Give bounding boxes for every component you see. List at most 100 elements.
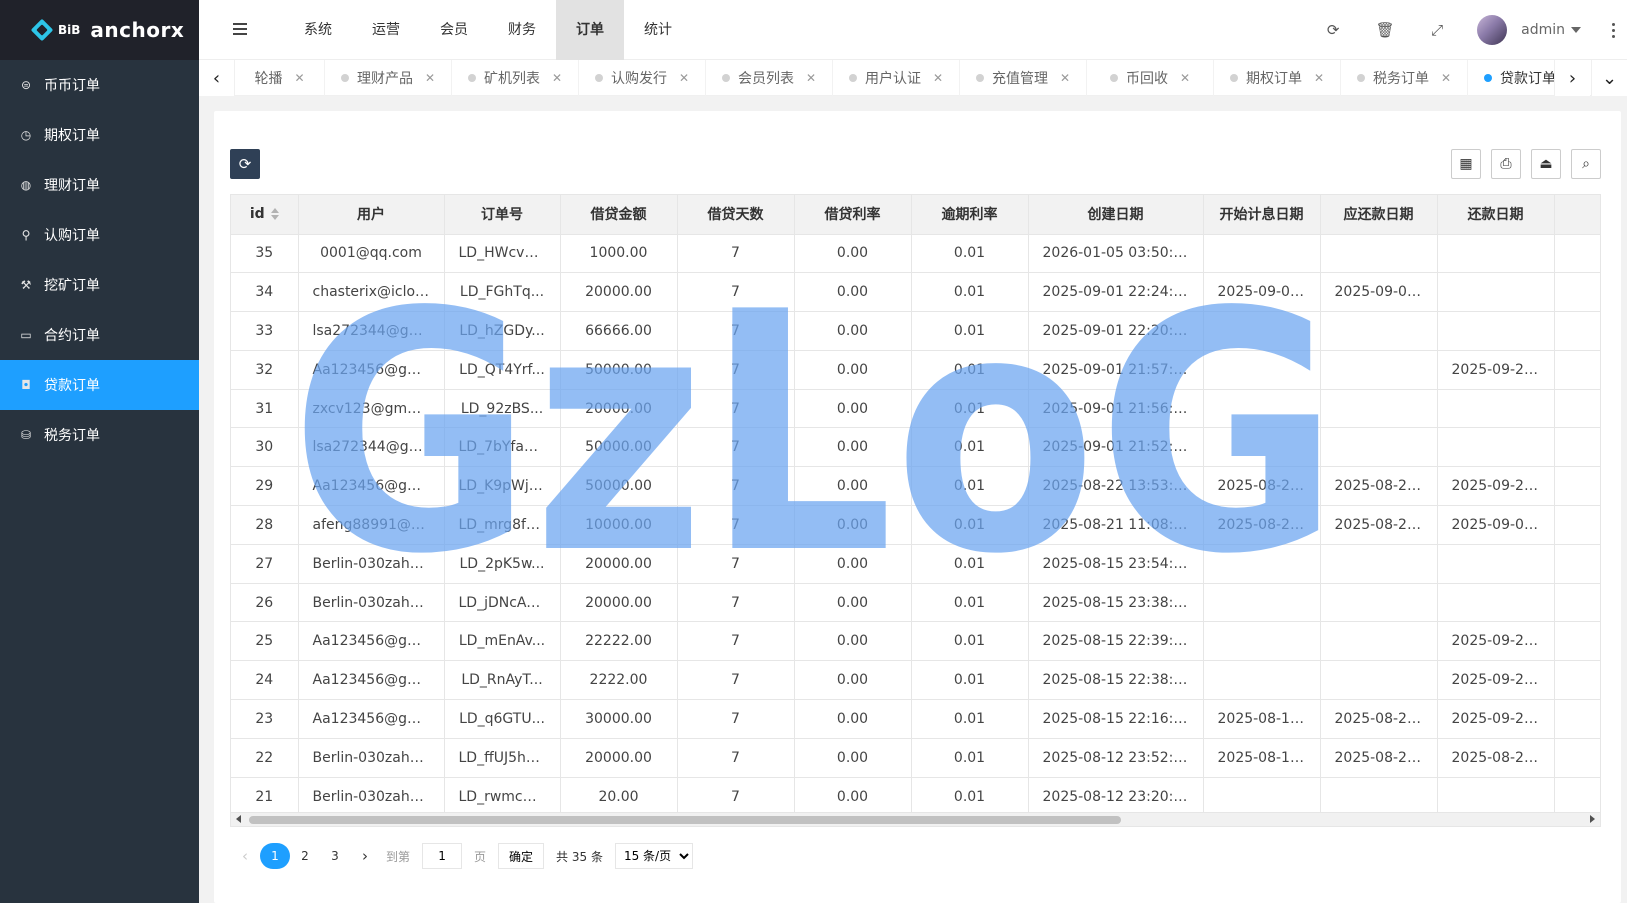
tab-close-icon[interactable]: ✕ bbox=[1441, 71, 1451, 85]
sidebar-item[interactable]: ◘ 贷款订单 bbox=[0, 360, 199, 410]
column-header[interactable]: 开始计息日期 bbox=[1203, 195, 1321, 235]
tab-dot-icon bbox=[340, 74, 349, 82]
fullscreen-icon[interactable]: ⤢ bbox=[1411, 0, 1463, 60]
table-cell: 34 bbox=[231, 272, 299, 313]
table-row[interactable]: 32 Aa123456@gma... LD_QT4Yrf... 50000.00 7 0.… bbox=[231, 350, 1600, 390]
scroll-left-icon[interactable] bbox=[236, 815, 241, 823]
table-row[interactable]: 34 chasterix@iclou... LD_FGhTq... 20000.00 7… bbox=[231, 272, 1600, 313]
page-tab[interactable]: 贷款订单✕ bbox=[1468, 60, 1554, 96]
column-header[interactable]: 借贷金额 bbox=[560, 195, 678, 235]
export-icon[interactable]: ⏏ bbox=[1531, 149, 1561, 179]
avatar[interactable] bbox=[1477, 15, 1508, 45]
page-tab[interactable]: 币回收 ✕ bbox=[1087, 60, 1214, 96]
column-header[interactable]: id bbox=[231, 195, 299, 235]
sidebar-item[interactable]: ⚒ 挖矿订单 bbox=[0, 260, 199, 310]
sort-icon[interactable] bbox=[270, 208, 279, 221]
top-nav-item[interactable]: 订单 bbox=[556, 0, 624, 60]
tabs-dropdown-icon[interactable]: ⌄ bbox=[1591, 60, 1627, 96]
logo-icon bbox=[30, 18, 54, 42]
table-row[interactable]: 27 Berlin-030zaher... LD_2pK5w... 20000.00 7… bbox=[231, 544, 1600, 584]
menu-toggle-icon[interactable] bbox=[229, 20, 249, 40]
page-size-select[interactable]: 15 条/页 bbox=[614, 843, 693, 869]
top-nav-item[interactable]: 统计 bbox=[624, 0, 692, 60]
table-row[interactable]: 26 Berlin-030zaher... LD_jDNcAc... 20000.00… bbox=[231, 583, 1600, 623]
tab-close-icon[interactable]: ✕ bbox=[1060, 71, 1070, 85]
table-row[interactable]: 31 zxcv123@gmail.... LD_92zBS... 20000.00 7 0… bbox=[231, 389, 1600, 429]
tab-close-icon[interactable]: ✕ bbox=[679, 71, 689, 85]
table-cell: 30 bbox=[231, 427, 299, 468]
columns-filter-icon[interactable]: ▦ bbox=[1451, 149, 1481, 179]
column-header[interactable]: 借贷利率 bbox=[794, 195, 912, 235]
page-tab[interactable]: 认购发行 ✕ bbox=[579, 60, 706, 96]
tab-close-icon[interactable]: ✕ bbox=[294, 71, 304, 85]
refresh-icon[interactable]: ⟳ bbox=[1307, 0, 1359, 60]
tab-close-icon[interactable]: ✕ bbox=[1314, 71, 1324, 85]
table-row[interactable]: 21 Berlin-030zaher... LD_rwmcU... 20.00 7 0.0… bbox=[231, 777, 1600, 812]
column-header[interactable]: 用户 bbox=[298, 195, 445, 235]
page-number[interactable]: 1 bbox=[260, 843, 290, 869]
page-tab[interactable]: 会员列表 ✕ bbox=[706, 60, 833, 96]
table-row[interactable]: 28 afeng88991@g... LD_mrg8fC... 10000.00 7 0.… bbox=[231, 505, 1600, 545]
user-name[interactable]: admin bbox=[1521, 22, 1565, 38]
page-tab[interactable]: 矿机列表 ✕ bbox=[452, 60, 579, 96]
sidebar-item[interactable]: ◍ 理财订单 bbox=[0, 160, 199, 210]
prev-page-icon[interactable]: ‹ bbox=[230, 843, 260, 869]
more-icon[interactable] bbox=[1603, 0, 1623, 60]
page-tab[interactable]: 充值管理 ✕ bbox=[960, 60, 1087, 96]
table-refresh-button[interactable]: ⟳ bbox=[230, 149, 260, 179]
page-tab[interactable]: 期权订单 ✕ bbox=[1214, 60, 1341, 96]
table-row[interactable]: 30 lsa272344@gm... LD_7bYfa9... 50000.00 7 0.… bbox=[231, 427, 1600, 468]
page-number[interactable]: 2 bbox=[290, 843, 320, 869]
top-nav-item[interactable]: 运营 bbox=[352, 0, 420, 60]
column-header[interactable]: 还款日期 bbox=[1437, 195, 1555, 235]
tab-close-icon[interactable]: ✕ bbox=[806, 71, 816, 85]
trash-icon[interactable]: 🗑 bbox=[1359, 0, 1411, 60]
next-page-icon[interactable]: › bbox=[350, 843, 380, 869]
sidebar-item[interactable]: ◷ 期权订单 bbox=[0, 110, 199, 160]
sidebar-item[interactable]: ⛁ 税务订单 bbox=[0, 410, 199, 460]
top-nav-item[interactable]: 会员 bbox=[420, 0, 488, 60]
chevron-down-icon[interactable] bbox=[1571, 27, 1581, 33]
table-cell: 2025-08-21 ... bbox=[1203, 505, 1321, 545]
search-icon[interactable]: ⌕ bbox=[1571, 149, 1601, 179]
tabs-scroll-right-icon[interactable]: › bbox=[1554, 60, 1590, 96]
table-cell: LD_FGhTq... bbox=[444, 272, 561, 313]
sidebar-item[interactable]: ⊜ 币币订单 bbox=[0, 60, 199, 110]
table-cell: 0.01 bbox=[911, 427, 1029, 468]
table-row[interactable]: 35 0001@qq.com LD_HWcvx... 1000.00 7 0.00 0.01… bbox=[231, 234, 1600, 274]
tab-close-icon[interactable]: ✕ bbox=[933, 71, 943, 85]
page-tab[interactable]: 税务订单 ✕ bbox=[1341, 60, 1468, 96]
top-nav-item[interactable]: 财务 bbox=[488, 0, 556, 60]
tabs-scroll-left-icon[interactable]: ‹ bbox=[199, 60, 235, 96]
column-header[interactable]: 逾期利率 bbox=[911, 195, 1029, 235]
tab-close-icon[interactable]: ✕ bbox=[1180, 71, 1190, 85]
scrollbar-thumb[interactable] bbox=[249, 816, 1121, 824]
page-number[interactable]: 3 bbox=[320, 843, 350, 869]
column-header[interactable] bbox=[1554, 195, 1600, 235]
sidebar-item[interactable]: ⚲ 认购订单 bbox=[0, 210, 199, 260]
page-tab[interactable]: 用户认证 ✕ bbox=[833, 60, 960, 96]
column-header[interactable]: 订单号 bbox=[444, 195, 561, 235]
column-header[interactable]: 借贷天数 bbox=[677, 195, 795, 235]
tab-close-icon[interactable]: ✕ bbox=[552, 71, 562, 85]
top-nav-item[interactable]: 系统 bbox=[284, 0, 352, 60]
page-tab[interactable]: 轮播 ✕ bbox=[235, 60, 325, 96]
column-header[interactable]: 应还款日期 bbox=[1320, 195, 1438, 235]
table-row[interactable]: 22 Berlin-030zaher... LD_ffUJ5hZ... 20000.0… bbox=[231, 738, 1600, 778]
scroll-right-icon[interactable] bbox=[1590, 815, 1595, 823]
table-cell: 0.01 bbox=[911, 777, 1029, 812]
print-icon[interactable]: ⎙ bbox=[1491, 149, 1521, 179]
goto-page-input[interactable] bbox=[422, 843, 463, 869]
table-row[interactable]: 33 lsa272344@gm... LD_hZGDy... 66666.00 7 0.0… bbox=[231, 311, 1600, 351]
sidebar-item[interactable]: ▭ 合约订单 bbox=[0, 310, 199, 360]
page-tab[interactable]: 理财产品 ✕ bbox=[325, 60, 452, 96]
goto-confirm-button[interactable]: 确定 bbox=[498, 843, 545, 869]
table-row[interactable]: 25 Aa123456@gma... LD_mEnAv... 22222.00 7 0.0… bbox=[231, 621, 1600, 662]
tab-close-icon[interactable]: ✕ bbox=[425, 71, 435, 85]
column-header[interactable]: 创建日期 bbox=[1028, 195, 1204, 235]
table-row[interactable]: 24 Aa123456@gma... LD_RnAyT... 2222.00 7 0.00… bbox=[231, 660, 1600, 701]
brand-logo[interactable]: BiB anchorx bbox=[0, 0, 199, 60]
horizontal-scrollbar[interactable] bbox=[230, 813, 1601, 827]
table-row[interactable]: 29 Aa123456@gma... LD_K9pWjf... 50000.00 7 0.… bbox=[231, 466, 1600, 507]
table-row[interactable]: 23 Aa123456@gma... LD_q6GTU... 30000.00 7 0.0… bbox=[231, 699, 1600, 739]
